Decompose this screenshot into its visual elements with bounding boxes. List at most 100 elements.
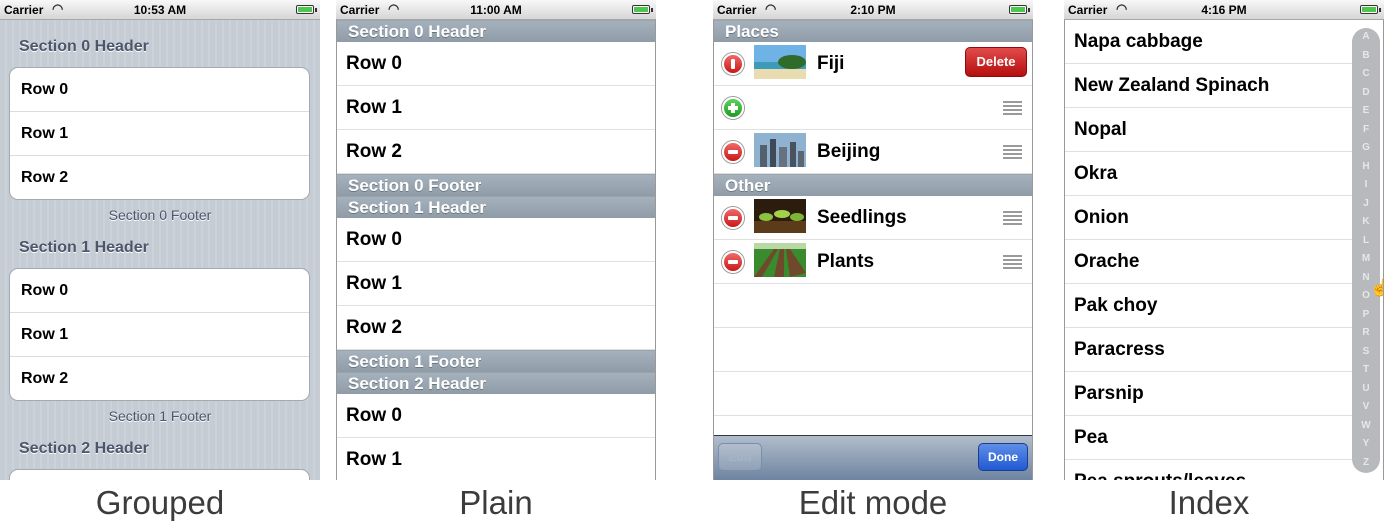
table-row[interactable]: Row 2 [10, 357, 309, 400]
delete-button[interactable]: Delete [965, 47, 1027, 77]
section-header: Other [713, 174, 1033, 196]
index-letter[interactable]: I [1352, 176, 1380, 195]
section-header: Section 1 Header [336, 196, 656, 218]
table-row[interactable]: Plants [713, 240, 1033, 284]
table-row[interactable]: Row 0 [336, 218, 656, 262]
section-header: Section 2 Header [336, 372, 656, 394]
table-row[interactable]: Row 1 [336, 438, 656, 480]
caption-index: Index [1168, 484, 1250, 521]
row-label: Plants [817, 251, 875, 272]
delete-control-icon[interactable] [722, 207, 744, 229]
index-letter[interactable]: W [1352, 417, 1380, 436]
table-row[interactable]: Seedlings [713, 196, 1033, 240]
table-row[interactable]: Row 1 [10, 112, 309, 156]
table-row[interactable]: Pea sprouts/leaves [1064, 460, 1354, 480]
section-footer: Section 0 Footer [108, 207, 212, 223]
index-letter[interactable]: C [1352, 65, 1380, 84]
table-row[interactable]: Row 2 [336, 306, 656, 350]
index-letter[interactable]: V [1352, 398, 1380, 417]
section-header: Section 2 Header [19, 440, 149, 457]
section-index-bar[interactable]: ABCDEFGHIJKLMNOPRSTUVWYZ [1352, 28, 1380, 473]
table-row[interactable]: Beijing [713, 130, 1033, 174]
table-row[interactable]: New Zealand Spinach [1064, 64, 1354, 108]
index-letter[interactable]: K [1352, 213, 1380, 232]
grouped-section [9, 469, 310, 480]
index-letter[interactable]: D [1352, 84, 1380, 103]
battery-icon [296, 5, 317, 14]
thumbnail-image [754, 243, 806, 277]
table-row[interactable]: Pak choy [1064, 284, 1354, 328]
table-row[interactable]: Nopal [1064, 108, 1354, 152]
table-row[interactable]: Row 0 [336, 394, 656, 438]
table-row[interactable]: Row 0 [336, 42, 656, 86]
table-row[interactable]: Paracress [1064, 328, 1354, 372]
table-row[interactable]: Row 2 [336, 130, 656, 174]
row-label: Seedlings [817, 207, 907, 228]
table-row[interactable]: Onion [1064, 196, 1354, 240]
index-letter[interactable]: M [1352, 250, 1380, 269]
table-row[interactable]: Orache [1064, 240, 1354, 284]
hand-cursor-icon: ☝ [1370, 280, 1384, 297]
clock: 11:00 AM [470, 3, 522, 17]
index-letter[interactable]: H [1352, 158, 1380, 177]
clock: 4:16 PM [1201, 3, 1247, 17]
index-letter[interactable]: L [1352, 232, 1380, 251]
index-letter[interactable]: Y [1352, 435, 1380, 454]
frame-edge [1383, 0, 1384, 480]
table-row[interactable]: Napa cabbage [1064, 20, 1354, 64]
delete-control-icon[interactable] [722, 53, 744, 75]
table-row[interactable]: Okra [1064, 152, 1354, 196]
status-bar: Carrier ◠ 2:10 PM [713, 0, 1033, 20]
reorder-handle-icon[interactable] [1003, 255, 1022, 269]
status-bar: Carrier ◠ 11:00 AM [336, 0, 656, 20]
index-letter[interactable]: R [1352, 324, 1380, 343]
done-button[interactable]: Done [978, 443, 1028, 471]
reorder-handle-icon[interactable] [1003, 101, 1022, 115]
grouped-section: Row 0 Row 1 Row 2 [9, 67, 310, 200]
insert-control-icon[interactable] [722, 97, 744, 119]
table-row[interactable]: Row 1 [10, 313, 309, 357]
delete-control-icon[interactable] [722, 141, 744, 163]
caption-plain: Plain [459, 484, 533, 521]
section-footer: Section 1 Footer [108, 408, 212, 424]
edit-button[interactable]: Edit [718, 443, 762, 471]
table-row[interactable]: Pea [1064, 416, 1354, 460]
battery-icon [1009, 5, 1030, 14]
row-label: Beijing [817, 141, 881, 162]
table-row[interactable]: Row 1 [336, 86, 656, 130]
reorder-handle-icon[interactable] [1003, 211, 1022, 225]
index-letter[interactable]: E [1352, 102, 1380, 121]
index-letter[interactable]: F [1352, 121, 1380, 140]
section-header: Places [713, 20, 1033, 42]
index-letter[interactable]: T [1352, 361, 1380, 380]
frame-edge [336, 0, 337, 480]
frame-edge [1064, 0, 1065, 480]
index-letter[interactable]: J [1352, 195, 1380, 214]
index-letter[interactable]: Z [1352, 454, 1380, 473]
thumbnail-image [754, 45, 806, 79]
battery-icon [1360, 5, 1381, 14]
clock: 10:53 AM [133, 3, 187, 17]
index-letter[interactable]: S [1352, 343, 1380, 362]
index-letter[interactable]: U [1352, 380, 1380, 399]
frame-edge [713, 0, 714, 480]
table-row[interactable]: Parsnip [1064, 372, 1354, 416]
section-header: Section 1 Header [19, 239, 149, 256]
table-row[interactable]: Row 1 [336, 262, 656, 306]
index-letter[interactable]: B [1352, 47, 1380, 66]
toolbar: Edit Done [713, 435, 1033, 480]
frame-edge [655, 0, 656, 480]
reorder-handle-icon[interactable] [1003, 145, 1022, 159]
delete-control-icon[interactable] [722, 251, 744, 273]
index-letter[interactable]: P [1352, 306, 1380, 325]
table-row[interactable]: Fiji Delete [713, 42, 1033, 86]
clock: 2:10 PM [850, 3, 896, 17]
table-row[interactable]: Row 0 [10, 68, 309, 112]
index-letter[interactable]: G [1352, 139, 1380, 158]
table-row[interactable]: Row 2 [10, 156, 309, 199]
index-letter[interactable]: A [1352, 28, 1380, 47]
section-header: Section 0 Header [336, 20, 656, 42]
table-row[interactable] [713, 86, 1033, 130]
table-row[interactable]: Row 0 [10, 269, 309, 313]
edit-phone: Carrier ◠ 2:10 PM Places Fiji Delete Beijin… [713, 0, 1033, 480]
